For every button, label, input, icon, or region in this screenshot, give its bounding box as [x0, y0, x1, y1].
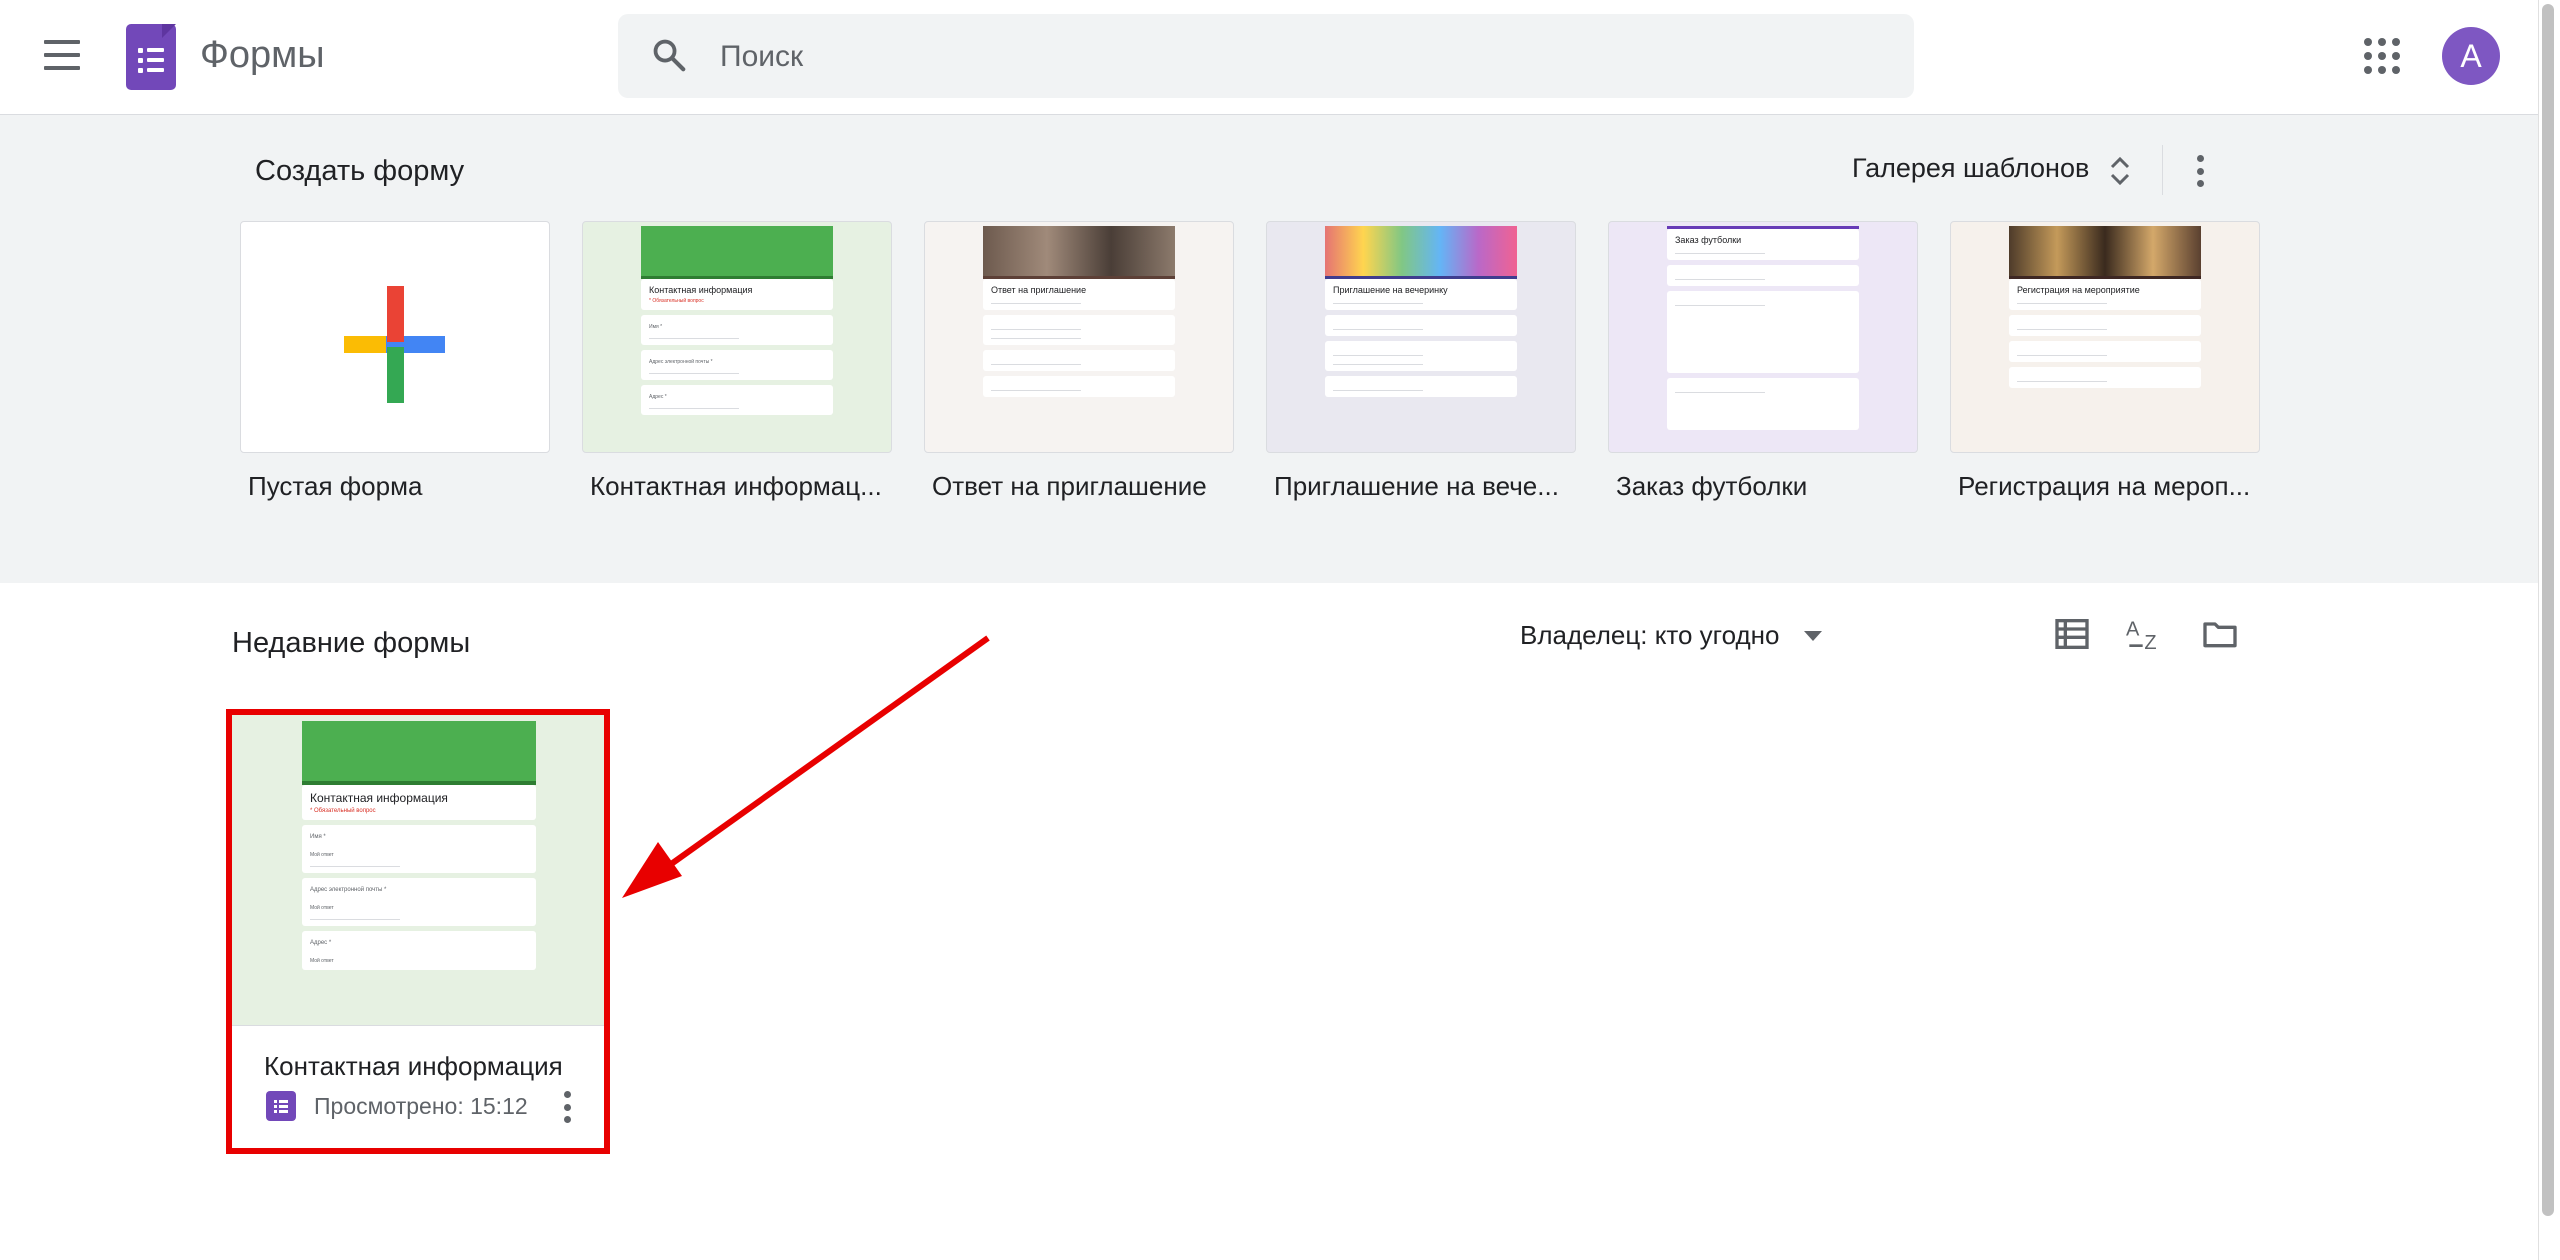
highlight-box	[226, 709, 610, 1154]
template-gallery-button[interactable]: Галерея шаблонов	[1852, 153, 2089, 184]
template-party-invite[interactable]: Приглашение на вечеринку Приглашение на …	[1266, 221, 1576, 502]
folder-icon[interactable]	[2200, 614, 2240, 654]
template-rsvp[interactable]: Ответ на приглашение Ответ на приглашени…	[924, 221, 1234, 502]
template-event-registration[interactable]: Регистрация на мероприятие Регистрация н…	[1950, 221, 2260, 502]
template-label[interactable]: Приглашение на вече...	[1266, 471, 1576, 502]
app-title[interactable]: Формы	[200, 34, 325, 77]
google-apps-icon[interactable]	[2364, 38, 2400, 74]
template-thumbnail[interactable]	[240, 221, 550, 453]
annotation-arrow-icon	[622, 635, 990, 898]
template-gallery: Создать форму Галерея шаблонов Пустая фо…	[0, 115, 2538, 583]
owner-filter[interactable]: Владелец: кто угодно	[1520, 620, 1779, 651]
template-thumbnail[interactable]: Заказ футболки	[1608, 221, 1918, 453]
template-blank[interactable]: Пустая форма	[240, 221, 550, 502]
template-label[interactable]: Контактная информац...	[582, 471, 892, 502]
account-avatar[interactable]: А	[2442, 27, 2500, 85]
scrollbar-thumb[interactable]	[2542, 4, 2554, 1216]
dropdown-arrow-icon[interactable]	[1804, 631, 1822, 641]
forms-logo-icon[interactable]	[126, 24, 176, 90]
main-menu-icon[interactable]	[44, 40, 80, 70]
template-label[interactable]: Регистрация на мероп...	[1950, 471, 2260, 502]
template-label[interactable]: Заказ футболки	[1608, 471, 1918, 502]
plus-icon	[344, 286, 445, 403]
template-thumbnail[interactable]: Контактная информация * Обязательный вопр…	[582, 221, 892, 453]
sort-az-icon[interactable]: A Z	[2126, 614, 2166, 654]
divider	[2162, 145, 2163, 195]
svg-text:Z: Z	[2144, 632, 2156, 654]
list-view-icon[interactable]	[2052, 614, 2092, 654]
template-label[interactable]: Ответ на приглашение	[924, 471, 1234, 502]
template-thumbnail[interactable]: Регистрация на мероприятие	[1950, 221, 2260, 453]
template-contact-info[interactable]: Контактная информация * Обязательный вопр…	[582, 221, 892, 502]
unfold-icon[interactable]	[2108, 153, 2132, 189]
template-thumbnail[interactable]: Приглашение на вечеринку	[1266, 221, 1576, 453]
search-input[interactable]	[718, 28, 1872, 86]
more-vert-icon[interactable]	[2196, 155, 2204, 187]
template-label[interactable]: Пустая форма	[240, 471, 550, 502]
template-thumbnail[interactable]: Ответ на приглашение	[924, 221, 1234, 453]
search-bar[interactable]	[618, 14, 1914, 98]
template-tshirt-order[interactable]: Заказ футболки Заказ футболки	[1608, 221, 1918, 502]
svg-text:A: A	[2126, 619, 2140, 641]
create-form-heading: Создать форму	[255, 155, 465, 187]
top-bar: Формы А	[0, 0, 2538, 115]
recent-forms-heading: Недавние формы	[232, 627, 471, 659]
search-icon[interactable]	[650, 36, 688, 74]
